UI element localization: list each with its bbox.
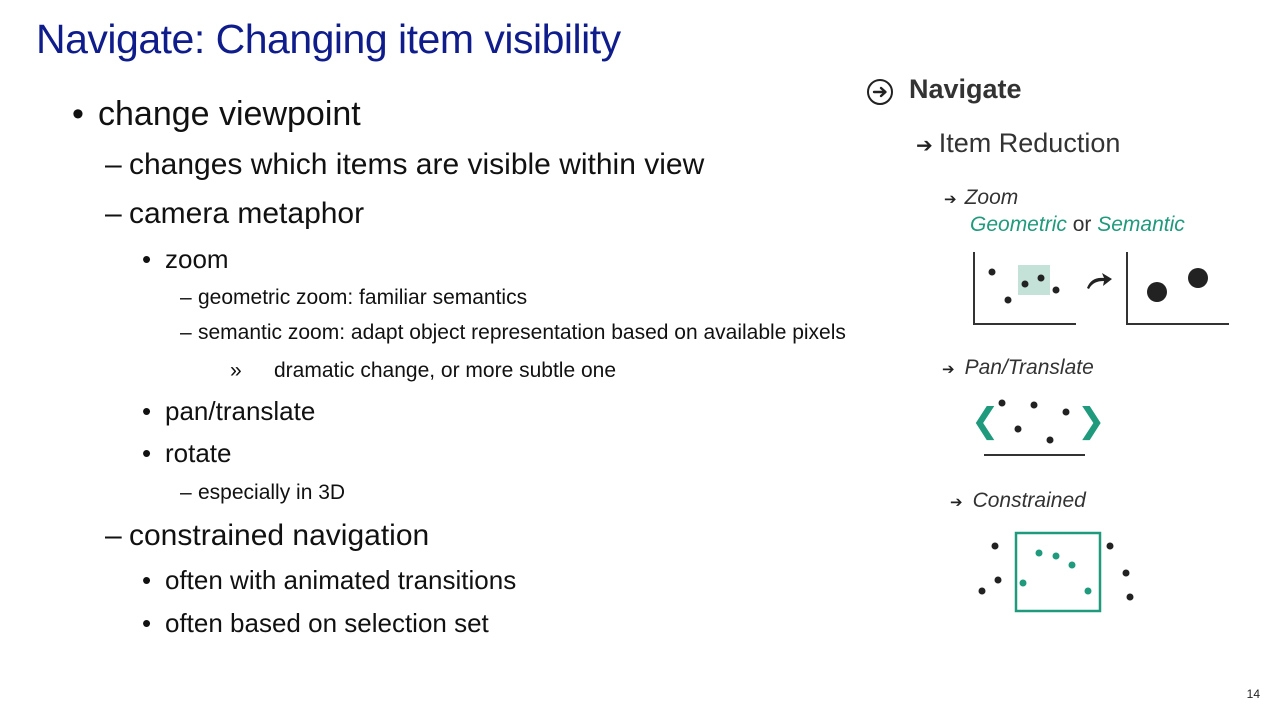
bullet-item: – especially in 3D: [180, 482, 345, 503]
zoom-semantic-label: Semantic: [1097, 213, 1185, 236]
zoom-subtitle: Geometric or Semantic: [970, 214, 1185, 235]
pan-dot: [1014, 425, 1022, 433]
bullet-item: • rotate: [142, 440, 232, 466]
taxonomy-header: Navigate: [909, 74, 1022, 104]
constrained-dot: [1126, 593, 1134, 601]
zoom-axes-after: [1126, 252, 1229, 325]
bullet-text: change viewpoint: [98, 95, 361, 133]
bullet-marker: –: [105, 197, 122, 230]
constrained-dot: [1122, 569, 1130, 577]
pan-dot: [1046, 436, 1054, 444]
bullet-item: – semantic zoom: adapt object representat…: [180, 322, 846, 343]
bullet-text: dramatic change, or more subtle one: [274, 359, 617, 382]
zoom-dot: [1021, 280, 1029, 288]
bullet-text: camera metaphor: [129, 197, 365, 230]
bullet-text: pan/translate: [165, 396, 316, 426]
constrained-dot-active: [1084, 587, 1092, 595]
bullet-marker: –: [180, 321, 192, 344]
bullet-text: often with animated transitions: [165, 565, 517, 595]
zoom-dot: [1004, 296, 1012, 304]
constrained-dot: [994, 576, 1002, 584]
zoom-dot-large: [1188, 268, 1208, 288]
bullet-marker: –: [105, 148, 122, 181]
slide-title: Navigate: Changing item visibility: [36, 16, 621, 62]
pan-dot: [998, 399, 1006, 407]
bullet-text: constrained navigation: [129, 519, 430, 552]
bullet-marker: •: [142, 565, 152, 595]
constrained-dot-active: [1068, 561, 1076, 569]
zoom-dot: [988, 268, 996, 276]
bullet-marker: –: [180, 481, 192, 504]
zoom-dot: [1037, 274, 1045, 282]
section-label: Item Reduction: [938, 128, 1121, 158]
arrow-icon: ➔: [942, 361, 955, 378]
bullet-item: – constrained navigation: [105, 521, 429, 551]
bullet-item: – geometric zoom: familiar semantics: [180, 287, 527, 308]
constrained-label: Constrained: [972, 489, 1086, 512]
taxonomy-section: ➔ Item Reduction: [916, 130, 1120, 157]
arrow-icon: ➔: [950, 494, 963, 511]
bullet-item: • often based on selection set: [142, 610, 489, 636]
constrained-dot-active: [1035, 549, 1043, 557]
zoom-label: Zoom: [964, 186, 1019, 209]
zoom-dot: [1052, 286, 1060, 294]
constrained-dot-active: [1052, 552, 1060, 560]
constrained-dot-active: [1019, 579, 1027, 587]
bullet-text: zoom: [165, 244, 229, 274]
zoom-or-label: or: [1072, 213, 1092, 236]
constrained-heading: ➔ Constrained: [950, 490, 1086, 511]
bullet-text: semantic zoom: adapt object representati…: [198, 321, 846, 344]
constrained-dot: [1106, 542, 1114, 550]
circled-arrow-icon: [867, 79, 893, 105]
arrow-icon: ➔: [916, 135, 933, 157]
pan-heading: ➔ Pan/Translate: [942, 357, 1094, 378]
bullet-text: often based on selection set: [165, 608, 489, 638]
bullet-marker: »: [230, 359, 242, 382]
curved-arrow-icon: [1087, 273, 1112, 289]
bullet-marker: •: [142, 608, 152, 638]
zoom-heading: ➔ Zoom: [944, 187, 1018, 208]
constrained-dot: [978, 587, 986, 595]
page-number: 14: [1246, 687, 1260, 701]
constrained-dot: [991, 542, 999, 550]
bullet-item: » dramatic change, or more subtle one: [230, 360, 616, 381]
bullet-marker: •: [142, 438, 152, 468]
zoom-highlight-region: [1018, 265, 1050, 295]
bullet-text: geometric zoom: familiar semantics: [198, 286, 528, 309]
bullet-marker: –: [105, 519, 122, 552]
pan-dot: [1062, 408, 1070, 416]
bullet-marker: •: [72, 95, 84, 133]
pan-label: Pan/Translate: [964, 356, 1094, 379]
bullet-item: • change viewpoint: [72, 97, 361, 131]
bullet-marker: –: [180, 286, 192, 309]
bullet-marker: •: [142, 244, 152, 274]
bullet-marker: •: [142, 396, 152, 426]
zoom-geometric-label: Geometric: [970, 213, 1067, 236]
bullet-item: • pan/translate: [142, 398, 315, 424]
arrow-icon: ➔: [944, 191, 957, 208]
constrained-viewport: [1014, 531, 1102, 613]
pan-dot: [1030, 401, 1038, 409]
bullet-item: • zoom: [142, 246, 229, 272]
constrained-illustration: [978, 531, 1134, 613]
bullet-text: especially in 3D: [198, 481, 346, 504]
bullet-item: – camera metaphor: [105, 199, 364, 229]
zoom-illustration: [973, 252, 1229, 325]
zoom-dot-large: [1147, 282, 1167, 302]
bullet-text: rotate: [165, 438, 232, 468]
bullet-text: changes which items are visible within v…: [129, 148, 705, 181]
bullet-item: – changes which items are visible within …: [105, 150, 704, 180]
pan-illustration: [984, 399, 1085, 456]
bullet-item: • often with animated transitions: [142, 567, 516, 593]
